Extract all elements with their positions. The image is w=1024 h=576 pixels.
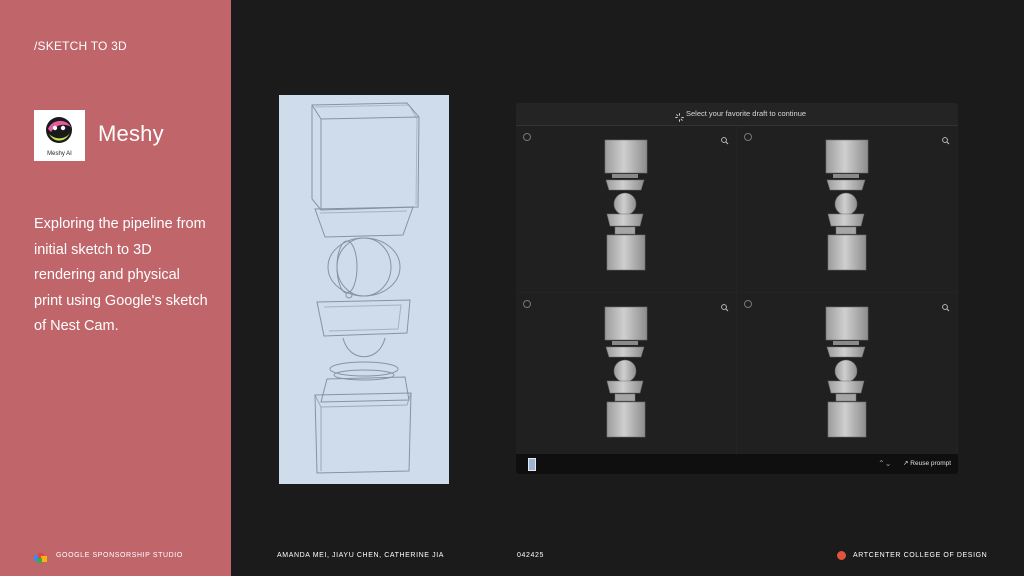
prompt-thumbnail[interactable] [528,458,536,471]
panel-header: Select your favorite draft to continue [516,103,958,126]
section-label: /SKETCH TO 3D [34,39,127,53]
google-icon [34,550,48,568]
footer-date: 042425 [517,552,544,559]
chevron-updown-icon[interactable]: ⌃⌄ [878,459,891,468]
draft-4-radio[interactable] [744,300,752,308]
footer-names: AMANDA MEI, JIAYU CHEN, CATHERINE JIA [277,552,445,559]
reuse-prompt-label: Reuse prompt [910,460,952,467]
footer-sponsor: GOOGLE SPONSORSHIP STUDIO [56,552,183,559]
draft-card-4[interactable] [737,293,957,459]
description-text: Exploring the pipeline from initial sket… [34,216,208,334]
draft-2-model [825,139,869,271]
brand-title: Meshy [98,121,164,146]
panel-title: Select your favorite draft to continue [686,109,807,118]
zoom-in-icon[interactable] [942,132,950,150]
draft-2-radio[interactable] [744,133,752,141]
footer-school: ARTCENTER COLLEGE OF DESIGN [853,552,988,559]
draft-1-model [604,139,648,271]
logo-caption: Meshy AI [47,151,72,157]
meshy-logo: Meshy AI [34,110,85,161]
sketch-image [279,95,449,484]
draft-card-1[interactable] [516,126,736,292]
draft-3-model [604,306,648,438]
zoom-in-icon[interactable] [721,132,729,150]
draft-4-model [825,306,869,438]
zoom-in-icon[interactable] [721,299,729,317]
prompt-bar: ⌃⌄ ↗ Reuse prompt [516,454,958,474]
reuse-prompt-button[interactable]: ↗ Reuse prompt [900,456,954,472]
artcenter-dot-icon [837,551,846,560]
draft-card-2[interactable] [737,126,957,292]
draft-selection-panel: Select your favorite draft to continue ⌃… [516,103,958,474]
sidebar: /SKETCH TO 3D Meshy AI Meshy Exploring t… [0,0,231,576]
arrow-up-right-icon: ↗ [903,460,909,467]
draft-1-radio[interactable] [523,133,531,141]
zoom-in-icon[interactable] [942,299,950,317]
draft-card-3[interactable] [516,293,736,459]
draft-3-radio[interactable] [523,300,531,308]
loading-icon [675,109,684,127]
